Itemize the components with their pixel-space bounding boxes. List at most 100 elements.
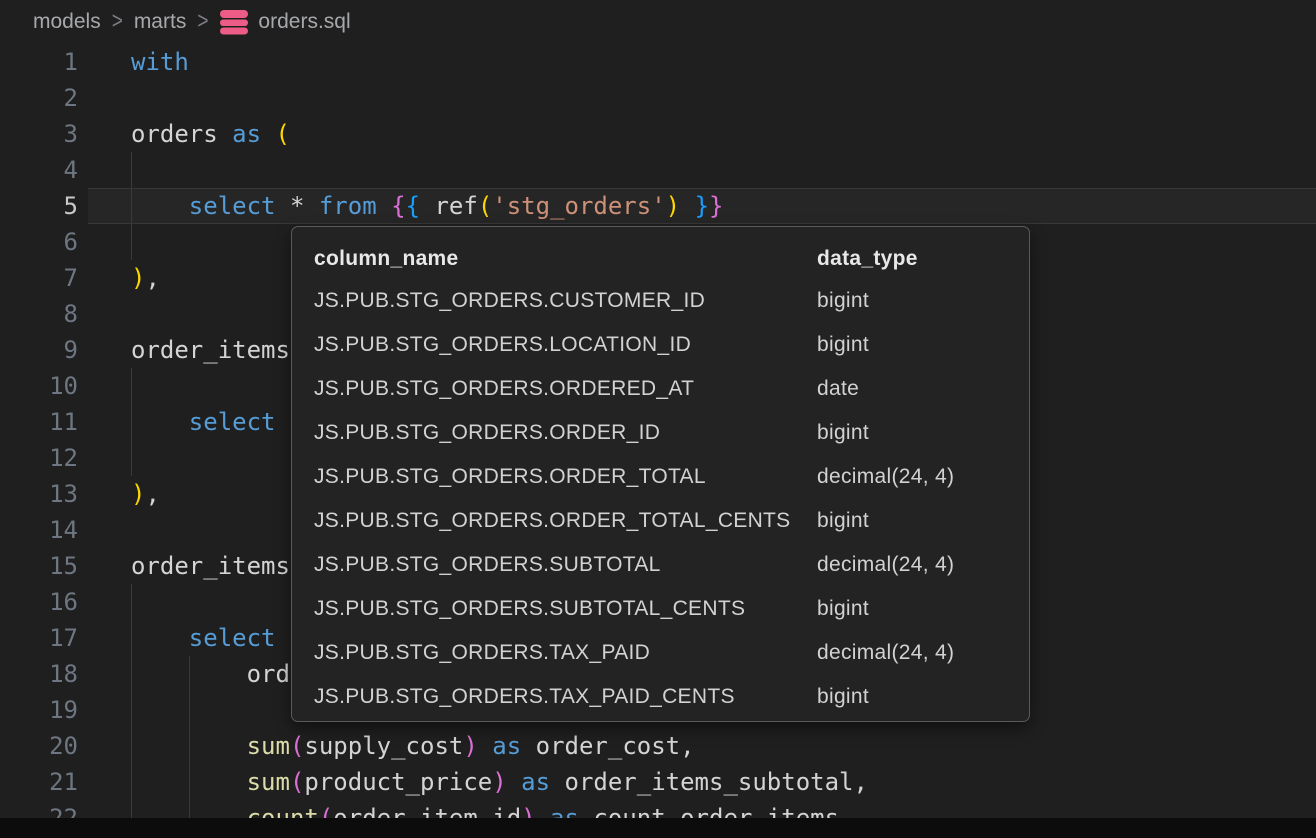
code-text: ord [78, 656, 290, 692]
token-id: , [145, 264, 159, 292]
code-text: select [78, 404, 276, 440]
line-number[interactable]: 20 [0, 728, 78, 764]
code-text: ), [78, 260, 160, 296]
hover-table-row: JS.PUB.STG_ORDERS.SUBTOTAL_CENTSbigint [292, 587, 1029, 631]
token-b1: ( [478, 192, 492, 220]
indent-guide [131, 368, 132, 476]
token-b2: ) [463, 732, 477, 760]
code-line[interactable]: 3orders as ( [0, 116, 1316, 152]
token-kw: as [232, 120, 261, 148]
code-text [78, 224, 131, 260]
token-id [377, 192, 391, 220]
code-line[interactable]: 5 select * from {{ ref('stg_orders') }} [0, 188, 1316, 224]
token-id [131, 624, 189, 652]
code-line[interactable]: 2 [0, 80, 1316, 116]
code-text: ), [78, 476, 160, 512]
token-kw: with [131, 48, 189, 76]
line-number[interactable]: 4 [0, 152, 78, 188]
token-str: 'stg_orders' [492, 192, 665, 220]
line-number[interactable]: 7 [0, 260, 78, 296]
line-number[interactable]: 1 [0, 44, 78, 80]
line-number[interactable]: 5 [0, 188, 78, 224]
data-type-cell: bigint [817, 509, 869, 533]
token-id: ord [131, 660, 290, 688]
data-type-cell: decimal(24, 4) [817, 641, 954, 665]
data-type-cell: date [817, 377, 859, 401]
breadcrumb-item-models[interactable]: models [33, 10, 101, 34]
code-text [78, 584, 131, 620]
code-text [78, 512, 131, 548]
code-line[interactable]: 21 sum(product_price) as order_items_sub… [0, 764, 1316, 800]
line-number[interactable]: 8 [0, 296, 78, 332]
token-id: product_price [304, 768, 492, 796]
token-id: ref [420, 192, 478, 220]
panel-divider [0, 818, 1316, 838]
code-text: order_items [78, 332, 290, 368]
code-line[interactable]: 1 with [0, 44, 1316, 80]
line-number[interactable]: 2 [0, 80, 78, 116]
column-name-cell: JS.PUB.STG_ORDERS.TAX_PAID [292, 641, 817, 665]
database-icon [219, 10, 249, 35]
line-number[interactable]: 16 [0, 584, 78, 620]
line-number[interactable]: 12 [0, 440, 78, 476]
hover-table-row: JS.PUB.STG_ORDERS.ORDERED_ATdate [292, 367, 1029, 411]
line-number[interactable]: 14 [0, 512, 78, 548]
token-id: order_cost, [521, 732, 694, 760]
code-text: sum(product_price) as order_items_subtot… [78, 764, 868, 800]
token-b1: ) [131, 480, 145, 508]
line-number[interactable]: 18 [0, 656, 78, 692]
line-number[interactable]: 3 [0, 116, 78, 152]
code-text [78, 296, 131, 332]
code-text: with [78, 44, 189, 80]
line-number[interactable]: 17 [0, 620, 78, 656]
token-b3: { [406, 192, 420, 220]
token-b1: ( [276, 120, 290, 148]
breadcrumb-item-file[interactable]: orders.sql [219, 10, 350, 35]
indent-guide [131, 152, 132, 260]
code-line[interactable]: 20 sum(supply_cost) as order_cost, [0, 728, 1316, 764]
code-text [78, 80, 131, 116]
hover-table-row: JS.PUB.STG_ORDERS.LOCATION_IDbigint [292, 323, 1029, 367]
line-number[interactable]: 21 [0, 764, 78, 800]
token-b2: { [391, 192, 405, 220]
line-number[interactable]: 9 [0, 332, 78, 368]
breadcrumb-item-marts[interactable]: marts [134, 10, 187, 34]
hover-table-row: JS.PUB.STG_ORDERS.ORDER_TOTAL_CENTSbigin… [292, 499, 1029, 543]
hover-column-table[interactable]: column_name data_type JS.PUB.STG_ORDERS.… [291, 226, 1030, 722]
line-number[interactable]: 10 [0, 368, 78, 404]
token-id: , [145, 480, 159, 508]
code-text: orders as ( [78, 116, 290, 152]
chevron-right-icon: > [197, 8, 208, 36]
token-b2: ( [290, 732, 304, 760]
token-id: order_items [131, 552, 290, 580]
indent-guide [131, 584, 132, 818]
code-text [78, 152, 131, 188]
data-type-cell: bigint [817, 333, 869, 357]
token-id [261, 120, 275, 148]
column-name-cell: JS.PUB.STG_ORDERS.ORDERED_AT [292, 377, 817, 401]
line-number[interactable]: 11 [0, 404, 78, 440]
data-type-cell: decimal(24, 4) [817, 465, 954, 489]
code-line[interactable]: 4 [0, 152, 1316, 188]
line-number[interactable]: 15 [0, 548, 78, 584]
column-name-cell: JS.PUB.STG_ORDERS.CUSTOMER_ID [292, 289, 817, 313]
token-id: supply_cost [304, 732, 463, 760]
hover-table-row: JS.PUB.STG_ORDERS.ORDER_TOTALdecimal(24,… [292, 455, 1029, 499]
hover-table-body: JS.PUB.STG_ORDERS.CUSTOMER_IDbigintJS.PU… [292, 279, 1029, 719]
column-name-cell: JS.PUB.STG_ORDERS.SUBTOTAL_CENTS [292, 597, 817, 621]
line-number[interactable]: 19 [0, 692, 78, 728]
column-name-cell: JS.PUB.STG_ORDERS.ORDER_TOTAL [292, 465, 817, 489]
data-type-cell: bigint [817, 289, 869, 313]
line-number[interactable]: 6 [0, 224, 78, 260]
token-b2: } [709, 192, 723, 220]
token-id [680, 192, 694, 220]
column-name-cell: JS.PUB.STG_ORDERS.ORDER_ID [292, 421, 817, 445]
code-text: sum(supply_cost) as order_cost, [78, 728, 695, 764]
data-type-cell: bigint [817, 421, 869, 445]
token-b2: ) [492, 768, 506, 796]
hover-table-row: JS.PUB.STG_ORDERS.TAX_PAIDdecimal(24, 4) [292, 631, 1029, 675]
line-number[interactable]: 13 [0, 476, 78, 512]
code-text: select * from {{ ref('stg_orders') }} [78, 188, 723, 224]
column-name-cell: JS.PUB.STG_ORDERS.TAX_PAID_CENTS [292, 685, 817, 709]
token-fn: sum [247, 732, 290, 760]
